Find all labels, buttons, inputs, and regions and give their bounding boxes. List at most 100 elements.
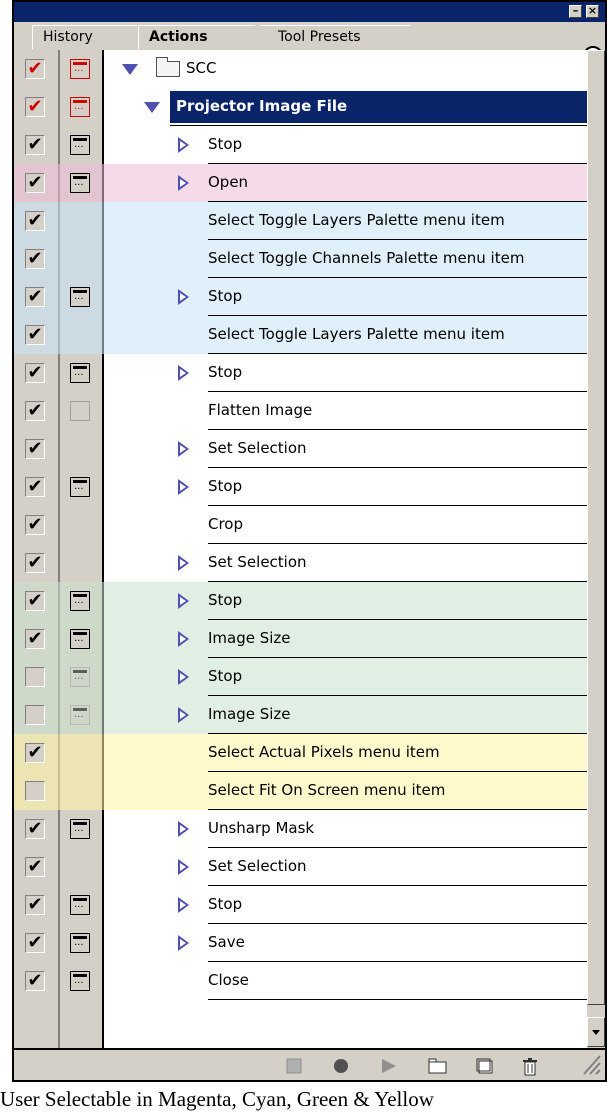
expand-triangle-icon[interactable]: [178, 479, 189, 495]
action-row[interactable]: ✔ Select Toggle Layers Palette menu item: [14, 202, 587, 240]
expand-triangle-icon[interactable]: [178, 593, 189, 609]
action-row[interactable]: ✔ Save: [14, 924, 587, 962]
expand-triangle-icon[interactable]: [178, 441, 189, 457]
dialog-toggle-icon[interactable]: [70, 933, 90, 953]
expand-triangle-icon[interactable]: [178, 137, 189, 153]
toggle-item-checkbox[interactable]: ✔: [25, 59, 45, 79]
dialog-toggle-icon[interactable]: [70, 287, 90, 307]
expand-triangle-icon[interactable]: [178, 669, 189, 685]
toggle-item-checkbox[interactable]: ✔: [25, 325, 45, 345]
toggle-item-checkbox[interactable]: ✔: [25, 363, 45, 383]
dialog-toggle-icon[interactable]: [70, 477, 90, 497]
action-row[interactable]: ✔ SCC: [14, 50, 587, 88]
new-action-icon[interactable]: [476, 1058, 494, 1074]
action-row[interactable]: ✔ Stop: [14, 126, 587, 164]
toggle-item-checkbox[interactable]: ✔: [25, 173, 45, 193]
toggle-item-checkbox[interactable]: ✔: [25, 515, 45, 535]
action-row[interactable]: ✔ Stop: [14, 886, 587, 924]
dialog-toggle-icon[interactable]: [70, 173, 90, 193]
action-row[interactable]: ✔ Stop: [14, 658, 587, 696]
row-divider: [208, 999, 587, 1000]
toggle-item-checkbox[interactable]: ✔: [25, 781, 45, 801]
dialog-toggle-icon[interactable]: [70, 591, 90, 611]
toggle-item-checkbox[interactable]: ✔: [25, 135, 45, 155]
vertical-scrollbar[interactable]: [587, 50, 605, 1048]
expand-triangle-icon[interactable]: [178, 935, 189, 951]
action-row[interactable]: ✔ Select Actual Pixels menu item: [14, 734, 587, 772]
action-row[interactable]: ✔ Set Selection: [14, 848, 587, 886]
action-row[interactable]: ✔ Open: [14, 164, 587, 202]
toggle-item-checkbox[interactable]: ✔: [25, 667, 45, 687]
action-row[interactable]: ✔ Stop: [14, 468, 587, 506]
action-row[interactable]: ✔ Select Toggle Channels Palette menu ite…: [14, 240, 587, 278]
toggle-item-checkbox[interactable]: ✔: [25, 439, 45, 459]
action-row[interactable]: ✔ Projector Image File: [14, 88, 587, 126]
action-row[interactable]: ✔ Image Size: [14, 620, 587, 658]
action-row[interactable]: ✔ Crop: [14, 506, 587, 544]
action-row[interactable]: ✔ Image Size: [14, 696, 587, 734]
collapse-triangle-icon[interactable]: [122, 64, 138, 75]
scroll-down-arrow-icon[interactable]: [587, 1017, 605, 1047]
action-row[interactable]: ✔ Set Selection: [14, 430, 587, 468]
expand-triangle-icon[interactable]: [178, 631, 189, 647]
toggle-item-checkbox[interactable]: ✔: [25, 933, 45, 953]
dialog-toggle-icon[interactable]: [70, 97, 90, 117]
tab-actions[interactable]: Actions: [138, 25, 255, 49]
action-row[interactable]: ✔ Unsharp Mask: [14, 810, 587, 848]
dialog-toggle-icon[interactable]: [70, 895, 90, 915]
toggle-item-checkbox[interactable]: ✔: [25, 401, 45, 421]
toggle-item-checkbox[interactable]: ✔: [25, 819, 45, 839]
toggle-item-checkbox[interactable]: ✔: [25, 287, 45, 307]
toggle-item-checkbox[interactable]: ✔: [25, 857, 45, 877]
toggle-item-checkbox[interactable]: ✔: [25, 97, 45, 117]
new-set-icon[interactable]: [428, 1058, 448, 1074]
action-row[interactable]: ✔ Stop: [14, 582, 587, 620]
palette-title-bar[interactable]: – ×: [14, 2, 605, 22]
dialog-toggle-icon[interactable]: [70, 135, 90, 155]
dialog-toggle-icon[interactable]: [70, 971, 90, 991]
expand-triangle-icon[interactable]: [178, 707, 189, 723]
action-row[interactable]: ✔ Close: [14, 962, 587, 1000]
toggle-item-checkbox[interactable]: ✔: [25, 743, 45, 763]
expand-triangle-icon[interactable]: [178, 175, 189, 191]
dialog-toggle-icon[interactable]: [70, 401, 90, 421]
toggle-item-checkbox[interactable]: ✔: [25, 895, 45, 915]
tab-tool-presets[interactable]: Tool Presets: [260, 25, 410, 49]
action-row[interactable]: ✔ Stop: [14, 278, 587, 316]
expand-triangle-icon[interactable]: [178, 859, 189, 875]
action-row[interactable]: ✔ Select Toggle Layers Palette menu item: [14, 316, 587, 354]
dialog-toggle-icon[interactable]: [70, 819, 90, 839]
expand-triangle-icon[interactable]: [178, 289, 189, 305]
dialog-toggle-icon[interactable]: [70, 363, 90, 383]
toggle-item-checkbox[interactable]: ✔: [25, 971, 45, 991]
expand-triangle-icon[interactable]: [178, 821, 189, 837]
expand-triangle-icon[interactable]: [178, 365, 189, 381]
scroll-thumb[interactable]: [587, 50, 605, 1005]
action-row[interactable]: ✔ Set Selection: [14, 544, 587, 582]
dialog-toggle-icon[interactable]: [70, 667, 90, 687]
minimize-button[interactable]: –: [569, 5, 582, 18]
record-icon[interactable]: [332, 1058, 350, 1074]
expand-triangle-icon[interactable]: [178, 555, 189, 571]
close-button[interactable]: ×: [586, 5, 599, 18]
toggle-item-checkbox[interactable]: ✔: [25, 553, 45, 573]
dialog-toggle-icon[interactable]: [70, 59, 90, 79]
collapse-triangle-icon[interactable]: [144, 102, 160, 113]
action-row[interactable]: ✔ Flatten Image: [14, 392, 587, 430]
resize-grip-icon[interactable]: [580, 1052, 602, 1076]
toggle-item-checkbox[interactable]: ✔: [25, 477, 45, 497]
toggle-item-checkbox[interactable]: ✔: [25, 211, 45, 231]
dialog-toggle-icon[interactable]: [70, 629, 90, 649]
action-row[interactable]: ✔ Stop: [14, 354, 587, 392]
toggle-item-checkbox[interactable]: ✔: [25, 629, 45, 649]
toggle-item-checkbox[interactable]: ✔: [25, 705, 45, 725]
dialog-toggle-icon[interactable]: [70, 705, 90, 725]
tab-history[interactable]: History: [32, 25, 137, 49]
stop-icon[interactable]: [286, 1058, 302, 1074]
toggle-item-checkbox[interactable]: ✔: [25, 591, 45, 611]
play-icon[interactable]: [380, 1058, 398, 1074]
toggle-item-checkbox[interactable]: ✔: [25, 249, 45, 269]
expand-triangle-icon[interactable]: [178, 897, 189, 913]
action-row[interactable]: ✔ Select Fit On Screen menu item: [14, 772, 587, 810]
trash-icon[interactable]: [522, 1058, 538, 1076]
